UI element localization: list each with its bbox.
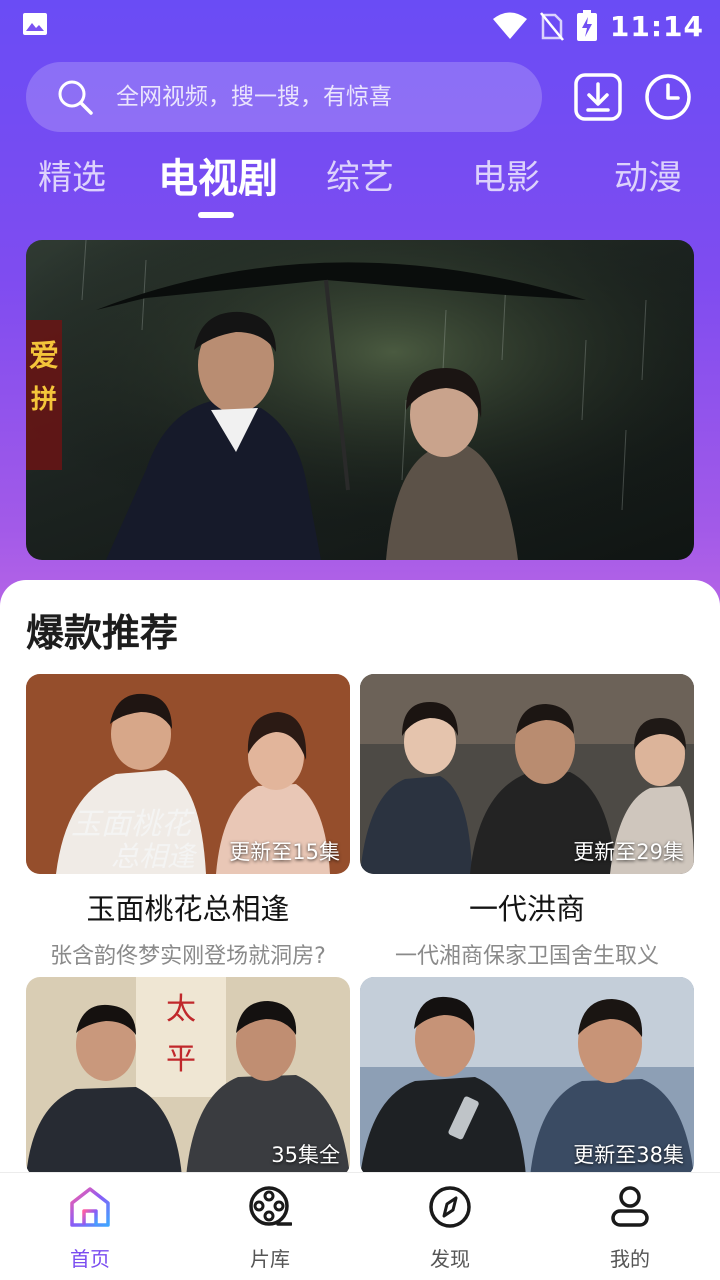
nav-profile[interactable]: 我的 [540, 1173, 720, 1280]
bottom-nav: 首页 片库 发现 我的 [0, 1172, 720, 1280]
banner-side-text: 爱 [29, 339, 59, 374]
gallery-notification-icon [23, 13, 47, 35]
video-thumbnail[interactable]: 更新至29集 [360, 674, 694, 874]
svg-text:拼: 拼 [31, 385, 57, 415]
video-card[interactable]: 更新至38集 [360, 977, 694, 1177]
nav-discover[interactable]: 发现 [360, 1173, 540, 1280]
tab-movies[interactable]: 电影 [472, 150, 540, 199]
nav-label: 片库 [250, 1247, 290, 1271]
film-reel-icon [249, 1186, 292, 1226]
video-card[interactable]: 玉面桃花 总相逢 更新至15集 玉面桃花总相逢 张含韵佟梦实刚登场就洞房? [26, 674, 350, 970]
poster-sign-text: 太 [166, 992, 196, 1027]
section-title: 爆款推荐 [26, 611, 179, 655]
status-time: 11:14 [609, 9, 704, 43]
video-thumbnail[interactable]: 更新至38集 [360, 977, 694, 1177]
search-bar[interactable] [26, 62, 542, 132]
episode-badge: 更新至29集 [573, 840, 684, 864]
search-input[interactable] [116, 84, 496, 110]
banner-image: 爱 拼 [26, 240, 694, 560]
video-thumbnail[interactable]: 太 平 35集全 [26, 977, 350, 1177]
poster-title-text: 玉面桃花 [71, 807, 195, 842]
category-tabs: 精选 电视剧 综艺 电影 动漫 [0, 150, 720, 230]
compass-icon [429, 1186, 471, 1228]
search-icon [58, 80, 93, 115]
wifi-icon [492, 12, 527, 39]
tab-variety[interactable]: 综艺 [326, 150, 394, 199]
episode-badge: 35集全 [271, 1143, 340, 1167]
video-thumbnail[interactable]: 玉面桃花 总相逢 更新至15集 [26, 674, 350, 874]
video-subtitle: 张含韵佟梦实刚登场就洞房? [50, 944, 326, 969]
home-icon [70, 1187, 110, 1227]
nav-label: 我的 [610, 1247, 650, 1271]
svg-text:平: 平 [166, 1042, 196, 1077]
battery-charging-icon [576, 10, 597, 41]
nav-label: 首页 [70, 1247, 110, 1271]
no-sim-icon [539, 12, 564, 41]
video-subtitle: 一代湘商保家卫国舍生取义 [394, 944, 659, 969]
nav-home[interactable]: 首页 [0, 1173, 180, 1280]
episode-badge: 更新至38集 [573, 1143, 684, 1167]
video-card[interactable]: 太 平 35集全 [26, 977, 350, 1177]
svg-text:总相逢: 总相逢 [111, 840, 198, 873]
active-tab-indicator [198, 212, 234, 218]
tab-anime[interactable]: 动漫 [614, 150, 682, 199]
tab-tv-series[interactable]: 电视剧 [158, 146, 278, 204]
tab-featured[interactable]: 精选 [38, 150, 106, 199]
status-bar: 11:14 [0, 0, 720, 50]
history-clock-icon[interactable] [643, 72, 693, 122]
user-icon [611, 1186, 649, 1227]
download-icon[interactable] [573, 72, 623, 122]
nav-library[interactable]: 片库 [180, 1173, 360, 1280]
nav-label: 发现 [430, 1247, 470, 1271]
recommend-section: 爆款推荐 玉面桃花 总相逢 更新至15集 玉面桃花总相逢 张含韵佟梦实刚登场就洞… [0, 580, 720, 1180]
featured-banner[interactable]: 爱 拼 [26, 240, 694, 560]
episode-badge: 更新至15集 [229, 840, 340, 864]
video-title[interactable]: 玉面桃花总相逢 [26, 886, 350, 928]
video-card[interactable]: 更新至29集 一代洪商 一代湘商保家卫国舍生取义 [360, 674, 694, 970]
video-title[interactable]: 一代洪商 [360, 886, 694, 928]
